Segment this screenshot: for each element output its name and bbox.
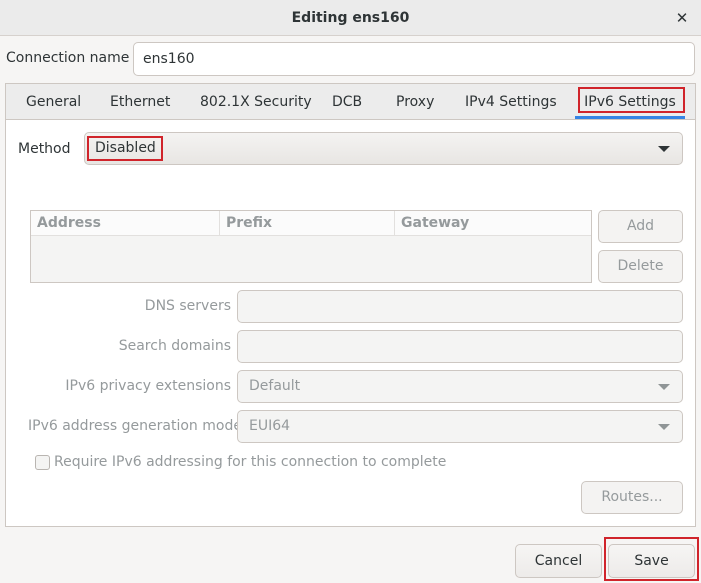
tab-dcb[interactable]: DCB: [332, 84, 362, 119]
save-button[interactable]: Save: [608, 544, 695, 578]
column-header-prefix: Prefix: [220, 211, 395, 236]
genmode-chevron-down-icon: [658, 424, 670, 430]
connection-name-label: Connection name: [6, 50, 130, 66]
address-table[interactable]: Address Prefix Gateway: [30, 210, 592, 283]
routes-button[interactable]: Routes...: [581, 481, 683, 514]
title-bar: Editing ens160 ✕: [0, 0, 701, 36]
close-icon[interactable]: ✕: [673, 9, 691, 27]
column-header-address: Address: [31, 211, 220, 236]
method-label: Method: [18, 141, 71, 157]
column-header-gateway: Gateway: [395, 211, 591, 236]
method-chevron-down-icon: [658, 146, 670, 152]
dns-servers-input[interactable]: [237, 290, 683, 323]
tab-ethernet[interactable]: Ethernet: [110, 84, 170, 119]
add-address-button[interactable]: Add: [598, 210, 683, 243]
tab-general[interactable]: General: [26, 84, 81, 119]
privacy-chevron-down-icon: [658, 384, 670, 390]
tab-ipv4-settings[interactable]: IPv4 Settings: [465, 84, 557, 119]
cancel-button[interactable]: Cancel: [515, 544, 602, 578]
tab-8021x-security[interactable]: 802.1X Security: [200, 84, 312, 119]
connection-name-input[interactable]: ens160: [133, 42, 695, 76]
require-ipv6-label: Require IPv6 addressing for this connect…: [54, 454, 447, 470]
ipv6-genmode-label: IPv6 address generation mode: [28, 418, 242, 434]
delete-address-button[interactable]: Delete: [598, 250, 683, 283]
ipv6-privacy-dropdown[interactable]: Default: [237, 370, 683, 403]
window-title: Editing ens160: [291, 10, 410, 26]
tab-proxy[interactable]: Proxy: [396, 84, 434, 119]
tab-bar: General Ethernet 802.1X Security DCB Pro…: [6, 84, 695, 120]
tab-ipv6-settings[interactable]: IPv6 Settings: [575, 84, 685, 119]
require-ipv6-checkbox[interactable]: [35, 455, 50, 470]
ipv6-privacy-label: IPv6 privacy extensions: [65, 378, 231, 394]
ipv6-genmode-dropdown[interactable]: EUI64: [237, 410, 683, 443]
search-domains-label: Search domains: [118, 338, 231, 354]
method-dropdown[interactable]: [84, 132, 683, 165]
method-value: Disabled: [95, 140, 156, 156]
dns-servers-label: DNS servers: [144, 298, 231, 314]
search-domains-input[interactable]: [237, 330, 683, 363]
